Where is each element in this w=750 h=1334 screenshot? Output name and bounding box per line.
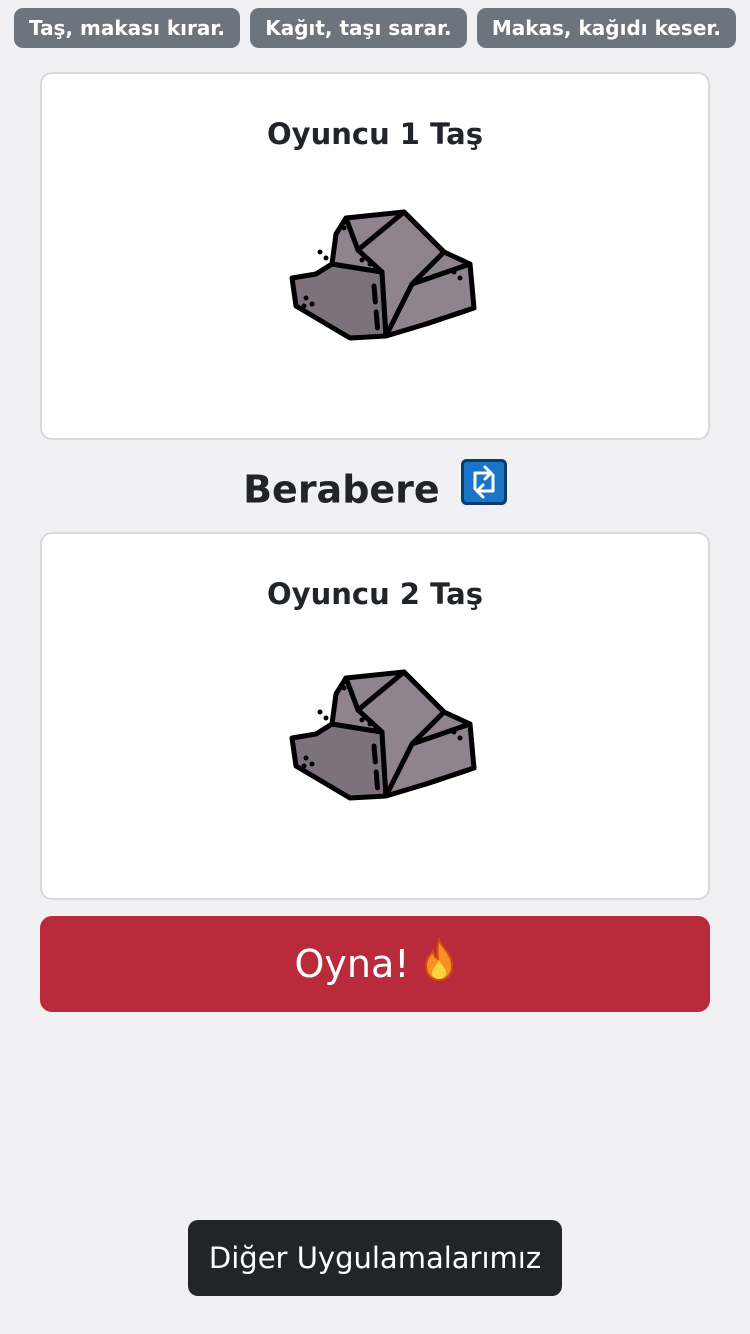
player2-label: Oyuncu 2 Taş: [267, 577, 483, 611]
rock-icon: [289, 669, 477, 801]
play-button-label: Oyna!: [294, 942, 410, 986]
play-button[interactable]: Oyna!: [40, 916, 710, 1012]
repeat-arrows-icon: [460, 459, 507, 519]
fire-icon: [422, 936, 456, 991]
player1-card: Oyuncu 1 Taş: [40, 72, 710, 440]
player1-label: Oyuncu 1 Taş: [267, 117, 483, 151]
rules-bar: Taş, makası kırar. Kağıt, taşı sarar. Ma…: [0, 8, 750, 48]
result-text: Berabere: [243, 467, 440, 512]
rule-badge-paper: Kağıt, taşı sarar.: [250, 8, 467, 48]
other-apps-button[interactable]: Diğer Uygulamalarımız: [188, 1220, 562, 1296]
rock-icon: [289, 209, 477, 341]
rule-badge-scissors: Makas, kağıdı keser.: [476, 8, 736, 48]
rule-badge-rock: Taş, makası kırar.: [14, 8, 241, 48]
result-row: Berabere: [0, 459, 750, 522]
other-apps-label: Diğer Uygulamalarımız: [208, 1241, 542, 1275]
player2-card: Oyuncu 2 Taş: [40, 532, 710, 900]
